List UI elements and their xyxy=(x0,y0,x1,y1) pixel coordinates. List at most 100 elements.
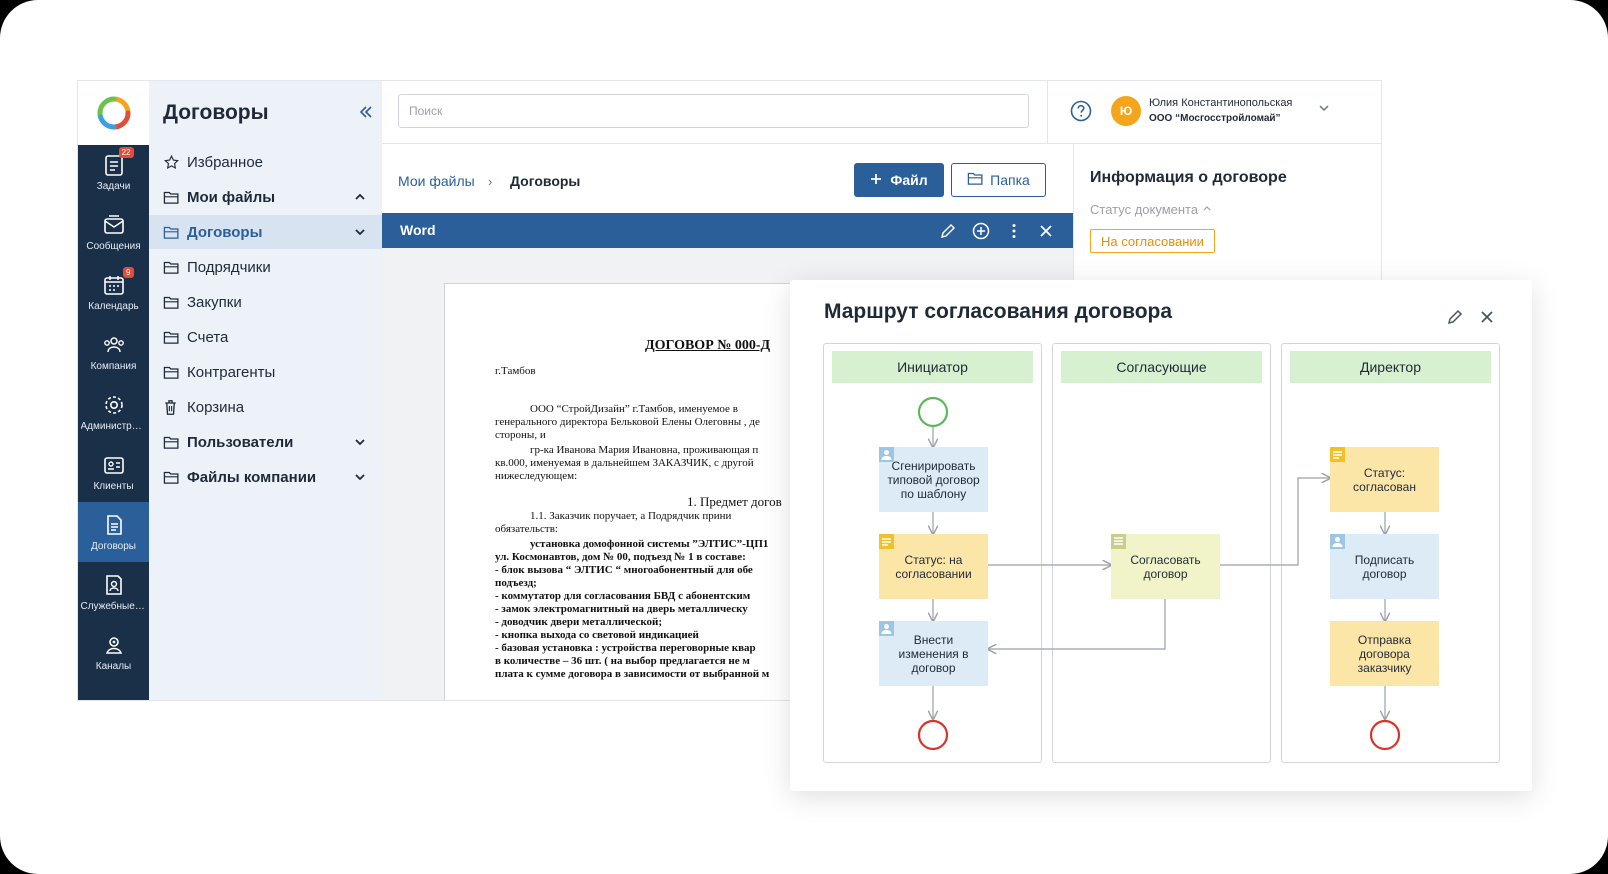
breadcrumb-current: Договоры xyxy=(510,173,581,189)
user-task-icon xyxy=(879,621,894,636)
task-generate-contract[interactable]: Сгенирировать типовой договор по шаблону xyxy=(879,447,988,512)
sidebar-item-label: Корзина xyxy=(187,398,245,416)
sidebar-item-company-files[interactable]: Файлы компании xyxy=(149,460,382,494)
info-title: Информация о договоре xyxy=(1090,169,1287,186)
folder-icon xyxy=(163,365,181,380)
user-task-icon xyxy=(879,447,894,462)
task-sign-contract[interactable]: Подписать договор xyxy=(1330,534,1439,599)
status-task-icon xyxy=(879,534,894,549)
status-task-icon xyxy=(1330,447,1345,462)
document-line: - блок вызова “ ЭЛТИС “ многоабонентный … xyxy=(495,564,753,576)
document-line: - доводчик двери металлической; xyxy=(495,616,663,628)
document-line: - базовая установка : устройства перегов… xyxy=(495,642,756,654)
section-title: Договоры xyxy=(163,101,269,124)
rail-item-contracts[interactable]: Договоры xyxy=(78,502,149,562)
avatar[interactable]: Ю xyxy=(1111,96,1141,126)
app-logo[interactable] xyxy=(78,81,149,145)
settings-icon xyxy=(102,393,126,417)
rail-item-clients[interactable]: Клиенты xyxy=(78,442,149,502)
rail-item-company[interactable]: Компания xyxy=(78,322,149,382)
rail-item-memos[interactable]: Служебные записки xyxy=(78,562,149,622)
sidebar-item-label: Закупки xyxy=(187,293,242,311)
task-label: Отправка договора заказчику xyxy=(1357,632,1412,675)
task-status-approved[interactable]: Статус: согласован xyxy=(1330,447,1439,512)
folder-icon xyxy=(163,260,181,275)
rail-item-channels[interactable]: Каналы xyxy=(78,622,149,682)
add-circle-icon[interactable] xyxy=(972,222,990,240)
user-name[interactable]: Юлия Константинопольская xyxy=(1149,97,1292,109)
tasks-badge: 22 xyxy=(118,146,134,158)
chevron-down-icon[interactable] xyxy=(354,470,366,487)
folder-icon xyxy=(163,225,181,240)
status-label[interactable]: Статус документа xyxy=(1090,202,1212,217)
end-event xyxy=(1369,719,1401,751)
status-badge: На согласовании xyxy=(1090,229,1215,253)
folder-icon xyxy=(163,295,181,310)
task-label: Статус: согласован xyxy=(1353,465,1416,494)
chevron-up-icon[interactable] xyxy=(354,190,366,207)
chevron-down-icon[interactable] xyxy=(354,435,366,452)
folder-icon xyxy=(967,171,984,189)
document-line: 1.1. Заказчик поручает, а Подрядчик прин… xyxy=(530,510,732,522)
document-line: гр-ка Иванова Мария Ивановна, проживающа… xyxy=(530,444,759,456)
chevron-down-icon[interactable] xyxy=(354,225,366,242)
rail-label: Компания xyxy=(90,360,137,372)
end-event xyxy=(917,719,949,751)
sidebar-item-users[interactable]: Пользователи xyxy=(149,425,382,459)
calendar-badge: 9 xyxy=(123,266,134,278)
rail-item-calendar[interactable]: 9 Календарь xyxy=(78,262,149,322)
sidebar: Договоры Избранное Мои файлы Договоры По… xyxy=(149,81,382,700)
rail-item-admin[interactable]: Администрирование xyxy=(78,382,149,442)
document-line: в количестве – 36 шт. ( на выбор предлаг… xyxy=(495,655,750,667)
user-task-icon xyxy=(1330,534,1345,549)
clients-icon xyxy=(102,453,126,477)
rail-label: Договоры xyxy=(91,540,136,552)
breadcrumb-root[interactable]: Мои файлы xyxy=(398,173,475,189)
breadcrumb-separator: › xyxy=(488,174,493,189)
help-icon[interactable] xyxy=(1070,100,1092,122)
rail-item-tasks[interactable]: 22 Задачи xyxy=(78,142,149,202)
more-icon[interactable] xyxy=(1005,222,1023,240)
app-rail: 22 Задачи Сообщения 9 Календарь Компания… xyxy=(78,81,149,700)
sidebar-item-trash[interactable]: Корзина xyxy=(149,390,382,424)
sidebar-item-contractors[interactable]: Подрядчики xyxy=(149,250,382,284)
rail-label: Администрирование xyxy=(80,420,147,432)
document-line: 1. Предмет догов xyxy=(687,494,782,509)
folder-icon xyxy=(163,470,181,485)
edit-icon[interactable] xyxy=(939,222,957,240)
task-make-changes[interactable]: Внести изменения в договор xyxy=(879,621,988,686)
sidebar-item-label: Мои файлы xyxy=(187,188,276,206)
channels-icon xyxy=(102,633,126,657)
add-folder-button[interactable]: Папка xyxy=(951,163,1046,197)
rail-item-messages[interactable]: Сообщения xyxy=(78,202,149,262)
folder-icon xyxy=(163,330,181,345)
company-icon xyxy=(102,333,126,357)
start-event xyxy=(917,396,949,428)
document-line: плата к сумме договора в зависимости от … xyxy=(495,668,770,680)
task-status-pending[interactable]: Статус: на согласовании xyxy=(879,534,988,599)
sidebar-item-counterparties[interactable]: Контрагенты xyxy=(149,355,382,389)
user-org: ООО “Мосгосстройломай” xyxy=(1149,113,1281,124)
task-approve-contract[interactable]: Согласовать договор xyxy=(1111,534,1220,599)
sidebar-item-favorites[interactable]: Избранное xyxy=(149,145,382,179)
add-file-button[interactable]: Файл xyxy=(854,163,944,197)
sidebar-item-invoices[interactable]: Счета xyxy=(149,320,382,354)
rail-label: Клиенты xyxy=(93,480,134,492)
document-line: - кнопка выхода со световой индикацией xyxy=(495,629,699,641)
add-file-label: Файл xyxy=(890,172,928,188)
sidebar-item-my-files[interactable]: Мои файлы xyxy=(149,180,382,214)
search-input[interactable]: Поиск xyxy=(398,94,1029,128)
sidebar-item-label: Контрагенты xyxy=(187,363,276,381)
chevron-down-icon[interactable] xyxy=(1318,101,1330,119)
chevron-up-icon xyxy=(1202,202,1212,217)
close-icon[interactable] xyxy=(1037,222,1055,240)
sidebar-item-label: Файлы компании xyxy=(187,468,317,486)
sidebar-item-contracts[interactable]: Договоры xyxy=(149,215,382,249)
sidebar-item-label: Пользователи xyxy=(187,433,294,451)
status-label-text: Статус документа xyxy=(1090,202,1199,217)
sidebar-item-label: Подрядчики xyxy=(187,258,271,276)
task-send-contract[interactable]: Отправка договора заказчику xyxy=(1330,621,1439,686)
approval-task-icon xyxy=(1111,534,1126,549)
collapse-sidebar-icon[interactable] xyxy=(358,103,374,126)
sidebar-item-purchases[interactable]: Закупки xyxy=(149,285,382,319)
